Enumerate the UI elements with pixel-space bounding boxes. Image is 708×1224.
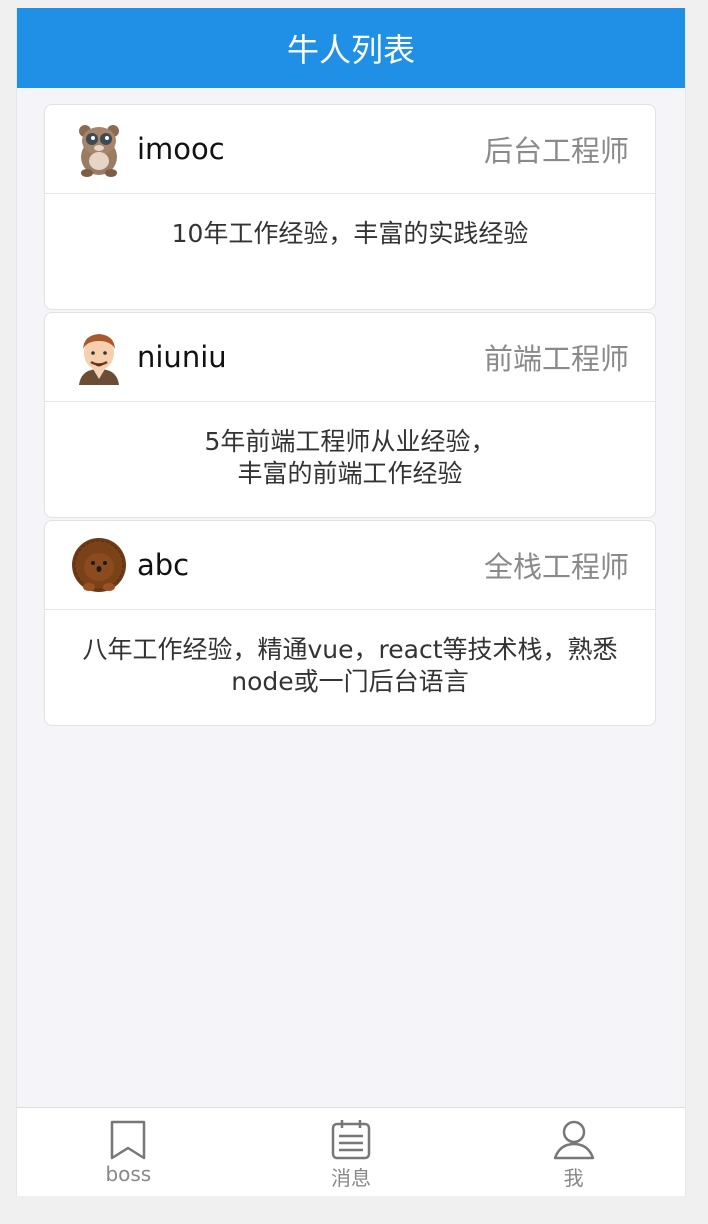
talent-list: imooc 后台工程师 10年工作经验，丰富的实践经验 niuniu 前端工程师… xyxy=(44,104,656,728)
talent-card[interactable]: imooc 后台工程师 10年工作经验，丰富的实践经验 xyxy=(44,104,656,310)
description-line: node或一门后台语言 xyxy=(231,667,469,696)
tab-messages[interactable]: 消息 xyxy=(240,1108,463,1196)
job-title: 后台工程师 xyxy=(483,134,629,168)
notepad-icon xyxy=(331,1120,371,1160)
card-header: abc 全栈工程师 xyxy=(45,521,655,610)
job-title: 前端工程师 xyxy=(483,342,629,376)
man-avatar-icon xyxy=(79,334,119,385)
talent-card[interactable]: niuniu 前端工程师 5年前端工程师从业经验， 丰富的前端工作经验 xyxy=(44,312,656,518)
navbar: 牛人列表 xyxy=(17,8,685,88)
tab-label: 消息 xyxy=(331,1166,371,1190)
candidate-name: imooc xyxy=(137,132,225,166)
card-description: 5年前端工程师从业经验， 丰富的前端工作经验 xyxy=(45,402,655,490)
tab-boss[interactable]: boss xyxy=(17,1108,240,1196)
tab-label: 我 xyxy=(563,1166,584,1190)
app-screen: 牛人列表 imooc 后台工程师 10年工作经验，丰富的实践经验 niuniu … xyxy=(16,8,686,1196)
tab-me[interactable]: 我 xyxy=(462,1108,685,1196)
hedgehog-avatar-icon xyxy=(72,538,126,592)
description-line: 10年工作经验，丰富的实践经验 xyxy=(171,219,529,248)
candidate-name: niuniu xyxy=(137,340,227,374)
description-line: 丰富的前端工作经验 xyxy=(237,459,463,488)
card-description: 10年工作经验，丰富的实践经验 xyxy=(45,194,655,250)
description-line: 5年前端工程师从业经验， xyxy=(204,427,496,456)
tab-bar: boss 消息 我 xyxy=(17,1107,685,1196)
card-header: niuniu 前端工程师 xyxy=(45,313,655,402)
candidate-name: abc xyxy=(137,548,190,582)
user-icon xyxy=(553,1120,594,1160)
bookmark-icon xyxy=(111,1120,146,1160)
tab-label: boss xyxy=(105,1162,152,1186)
description-line: 八年工作经验，精通vue，react等技术栈，熟悉 xyxy=(82,635,618,664)
bear-avatar-icon xyxy=(79,125,119,177)
talent-card[interactable]: abc 全栈工程师 八年工作经验，精通vue，react等技术栈，熟悉 node… xyxy=(44,520,656,726)
page-title: 牛人列表 xyxy=(286,31,415,69)
job-title: 全栈工程师 xyxy=(483,550,629,584)
card-header: imooc 后台工程师 xyxy=(45,105,655,194)
card-description: 八年工作经验，精通vue，react等技术栈，熟悉 node或一门后台语言 xyxy=(45,610,655,698)
